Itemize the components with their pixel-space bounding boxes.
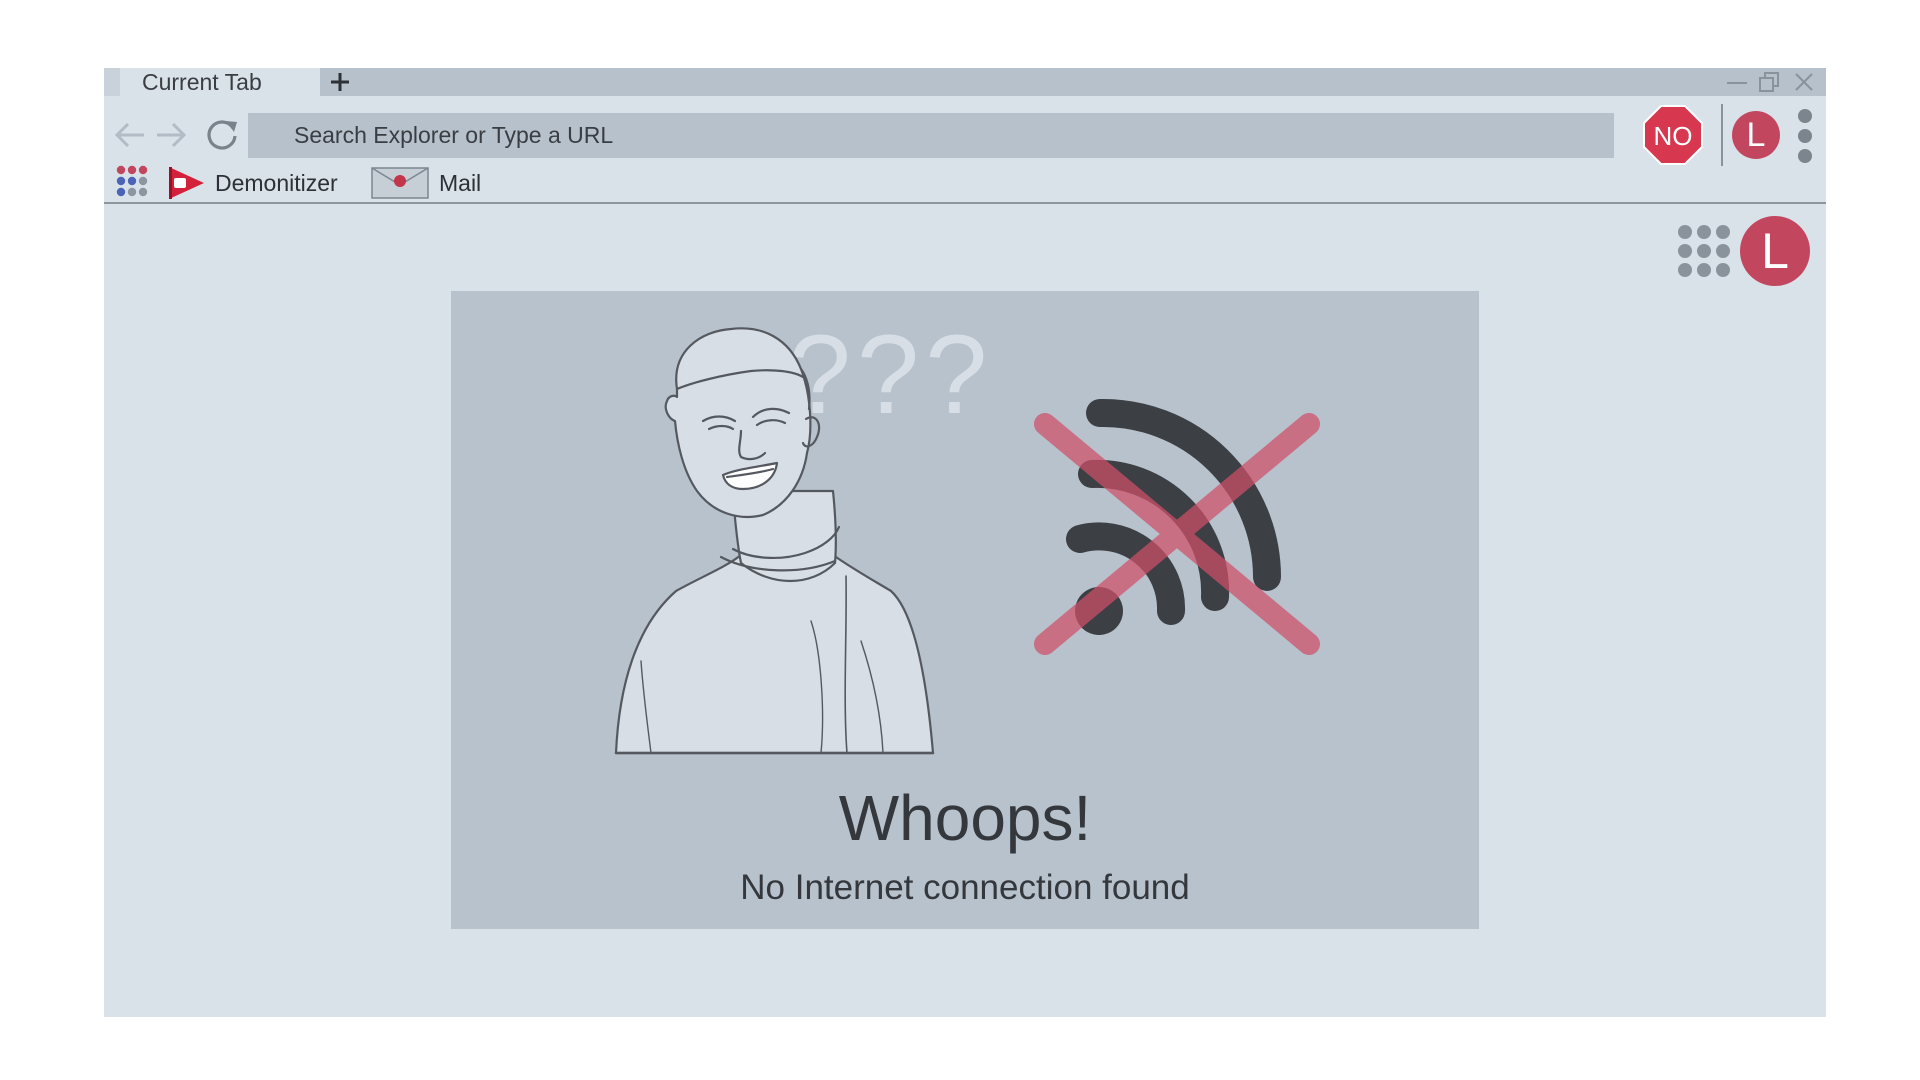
forward-button[interactable] xyxy=(154,120,188,150)
apps-grid-icon xyxy=(1678,225,1730,277)
arrow-left-icon xyxy=(114,122,144,148)
apps-grid-icon xyxy=(116,165,148,197)
apps-button[interactable] xyxy=(115,164,151,200)
profile-avatar-button[interactable]: L xyxy=(1732,111,1780,159)
close-icon xyxy=(1795,73,1813,91)
minimize-icon xyxy=(1727,82,1747,84)
page-apps-button[interactable] xyxy=(1677,224,1731,278)
profile-initial: L xyxy=(1746,115,1766,154)
kebab-menu-icon xyxy=(1798,109,1812,163)
extension-badge-text: NO xyxy=(1654,121,1693,151)
restore-icon xyxy=(1759,72,1779,92)
plus-icon xyxy=(331,73,349,91)
bookmark-mail[interactable]: Mail xyxy=(370,164,481,202)
error-panel: ??? Whoops! No Internet connection found xyxy=(451,291,1479,929)
close-window-button[interactable] xyxy=(1788,70,1818,94)
reload-icon xyxy=(207,120,237,150)
error-title: Whoops! xyxy=(838,782,1092,854)
bookmark-demonitizer[interactable]: Demonitizer xyxy=(166,164,338,202)
minimize-button[interactable] xyxy=(1721,70,1751,94)
back-button[interactable] xyxy=(113,120,147,150)
error-illustration: ??? xyxy=(614,312,1320,755)
error-message: No Internet connection found xyxy=(740,868,1190,907)
question-marks-text: ??? xyxy=(789,312,994,437)
no-extension-button[interactable]: NO xyxy=(1642,104,1704,166)
envelope-icon xyxy=(371,167,429,199)
bookmark-label: Demonitizer xyxy=(215,169,338,196)
address-placeholder: Search Explorer or Type a URL xyxy=(294,122,614,148)
bookmark-label: Mail xyxy=(439,169,482,196)
tab-label: Current Tab xyxy=(142,68,262,95)
browser-window: Current Tab Search Explorer or Type a UR… xyxy=(104,68,1826,1017)
restore-button[interactable] xyxy=(1754,70,1784,94)
bookmarks-divider xyxy=(104,202,1826,204)
reload-button[interactable] xyxy=(204,116,240,152)
menu-button[interactable] xyxy=(1797,108,1813,164)
arrow-right-icon xyxy=(157,122,187,148)
tab-strip: Current Tab xyxy=(104,68,1826,96)
address-bar[interactable]: Search Explorer or Type a URL xyxy=(248,113,1614,158)
toolbar-divider xyxy=(1721,104,1723,166)
profile-initial: L xyxy=(1761,223,1789,279)
red-flag-play-icon xyxy=(169,167,204,199)
page-profile-avatar[interactable]: L xyxy=(1740,216,1810,286)
new-tab-button[interactable] xyxy=(320,68,360,96)
tab-current[interactable]: Current Tab xyxy=(120,68,320,96)
stop-sign-icon: NO xyxy=(1643,105,1703,165)
tab-edge xyxy=(104,68,120,96)
